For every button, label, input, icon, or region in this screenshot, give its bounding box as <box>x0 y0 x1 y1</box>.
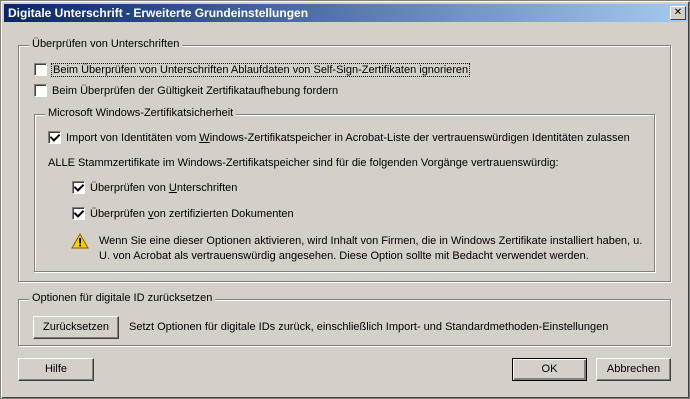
root-cert-trust-text: ALLE Stammzertifikate im Windows-Zertifi… <box>48 157 559 169</box>
close-icon: ✕ <box>673 7 683 18</box>
trust-signatures-option[interactable]: Überprüfen von Unterschriften <box>72 181 237 194</box>
warning-text-line1: Wenn Sie eine dieser Optionen aktivieren… <box>99 235 643 247</box>
title-bar[interactable]: Digitale Unterschrift - Erweiterte Grund… <box>4 4 688 22</box>
import-identities-checkbox[interactable] <box>48 131 61 144</box>
ignore-expiry-label: Beim Überprüfen von Unterschriften Ablau… <box>50 62 471 77</box>
dialog-window: Digitale Unterschrift - Erweiterte Grund… <box>0 0 690 399</box>
trust-signatures-label: Überprüfen von Unterschriften <box>90 181 238 194</box>
window-title: Digitale Unterschrift - Erweiterte Grund… <box>8 6 309 20</box>
verify-signatures-group: Überprüfen von Unterschriften Beim Überp… <box>18 38 671 282</box>
reset-button[interactable]: Zurücksetzen <box>33 316 119 339</box>
ignore-expiry-option[interactable]: Beim Überprüfen von Unterschriften Ablau… <box>34 62 471 77</box>
trust-certified-docs-option[interactable]: Überprüfen von zertifizierten Dokumenten <box>72 207 294 220</box>
trust-signatures-checkbox[interactable] <box>72 181 85 194</box>
cancel-button[interactable]: Abbrechen <box>596 358 671 381</box>
reset-description: Setzt Optionen für digitale IDs zurück, … <box>129 321 609 333</box>
ok-button[interactable]: OK <box>512 358 587 381</box>
reset-group-legend: Optionen für digitale ID zurücksetzen <box>29 292 216 304</box>
trust-certified-docs-checkbox[interactable] <box>72 207 85 220</box>
require-revocation-checkbox[interactable] <box>34 84 47 97</box>
warning-text-line2: U. von Acrobat als vertrauenswürdig ange… <box>99 250 589 262</box>
ignore-expiry-checkbox[interactable] <box>34 63 47 76</box>
help-button[interactable]: Hilfe <box>18 358 94 381</box>
trust-certified-docs-label: Überprüfen von zertifizierten Dokumenten <box>90 207 294 220</box>
require-revocation-label: Beim Überprüfen der Gültigkeit Zertifika… <box>52 84 339 97</box>
reset-digital-id-group: Optionen für digitale ID zurücksetzen Zu… <box>18 292 671 346</box>
import-identities-label: Import von Identitäten vom Windows-Zerti… <box>66 131 630 144</box>
require-revocation-option[interactable]: Beim Überprüfen der Gültigkeit Zertifika… <box>34 84 338 97</box>
verify-group-legend: Überprüfen von Unterschriften <box>29 38 183 50</box>
windows-group-legend: Microsoft Windows-Zertifikatsicherheit <box>45 107 237 119</box>
close-button[interactable]: ✕ <box>670 6 686 20</box>
windows-cert-security-group: Microsoft Windows-Zertifikatsicherheit I… <box>34 107 655 272</box>
import-identities-option[interactable]: Import von Identitäten vom Windows-Zerti… <box>48 131 630 144</box>
warning-icon <box>71 233 89 249</box>
